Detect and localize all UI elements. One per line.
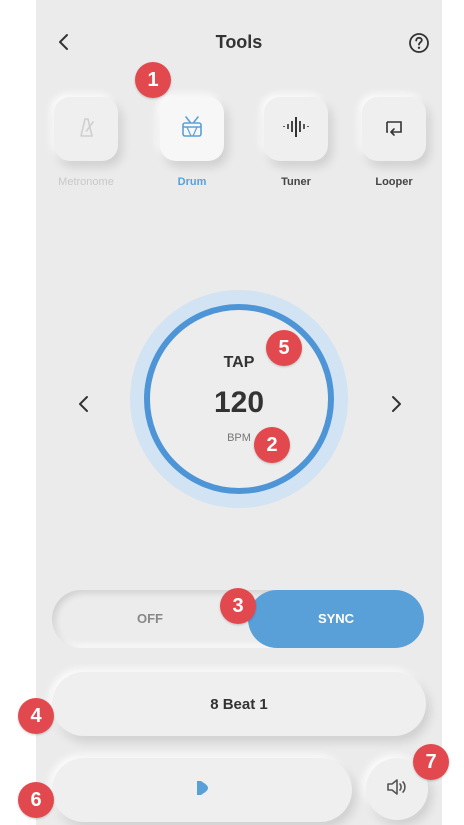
callout-marker: 7 xyxy=(413,744,449,780)
callout-marker: 2 xyxy=(254,427,290,463)
bpm-value: 120 xyxy=(213,386,265,419)
metronome-icon xyxy=(73,114,99,145)
play-icon xyxy=(192,778,212,803)
toggle-sync-option[interactable]: SYNC xyxy=(248,611,424,626)
pattern-label: 8 Beat 1 xyxy=(210,696,268,713)
tool-looper-button[interactable] xyxy=(362,97,426,161)
previous-chevron-icon[interactable] xyxy=(74,392,94,416)
toggle-off-option[interactable]: OFF xyxy=(52,611,248,626)
callout-marker: 5 xyxy=(266,330,302,366)
callout-marker: 4 xyxy=(18,698,54,734)
speaker-icon xyxy=(384,775,410,804)
next-chevron-icon[interactable] xyxy=(386,392,406,416)
looper-icon xyxy=(381,114,407,145)
help-icon[interactable] xyxy=(406,30,432,56)
drum-icon xyxy=(178,114,206,145)
play-button[interactable] xyxy=(52,758,352,822)
callout-marker: 1 xyxy=(135,62,171,98)
tool-label-tuner: Tuner xyxy=(281,176,311,188)
tool-metronome-button[interactable] xyxy=(54,97,118,161)
tool-drum-button[interactable] xyxy=(160,97,224,161)
tuner-icon xyxy=(281,114,311,145)
app-screen: Tools Metronome Drum Tuner Looper TAP 12… xyxy=(36,0,442,825)
tool-label-drum: Drum xyxy=(177,176,207,188)
page-title: Tools xyxy=(215,32,263,52)
callout-marker: 6 xyxy=(18,782,54,818)
tool-label-looper: Looper xyxy=(375,176,413,188)
tool-label-metronome: Metronome xyxy=(58,176,114,188)
callout-marker: 3 xyxy=(220,588,256,624)
tool-tuner-button[interactable] xyxy=(264,97,328,161)
